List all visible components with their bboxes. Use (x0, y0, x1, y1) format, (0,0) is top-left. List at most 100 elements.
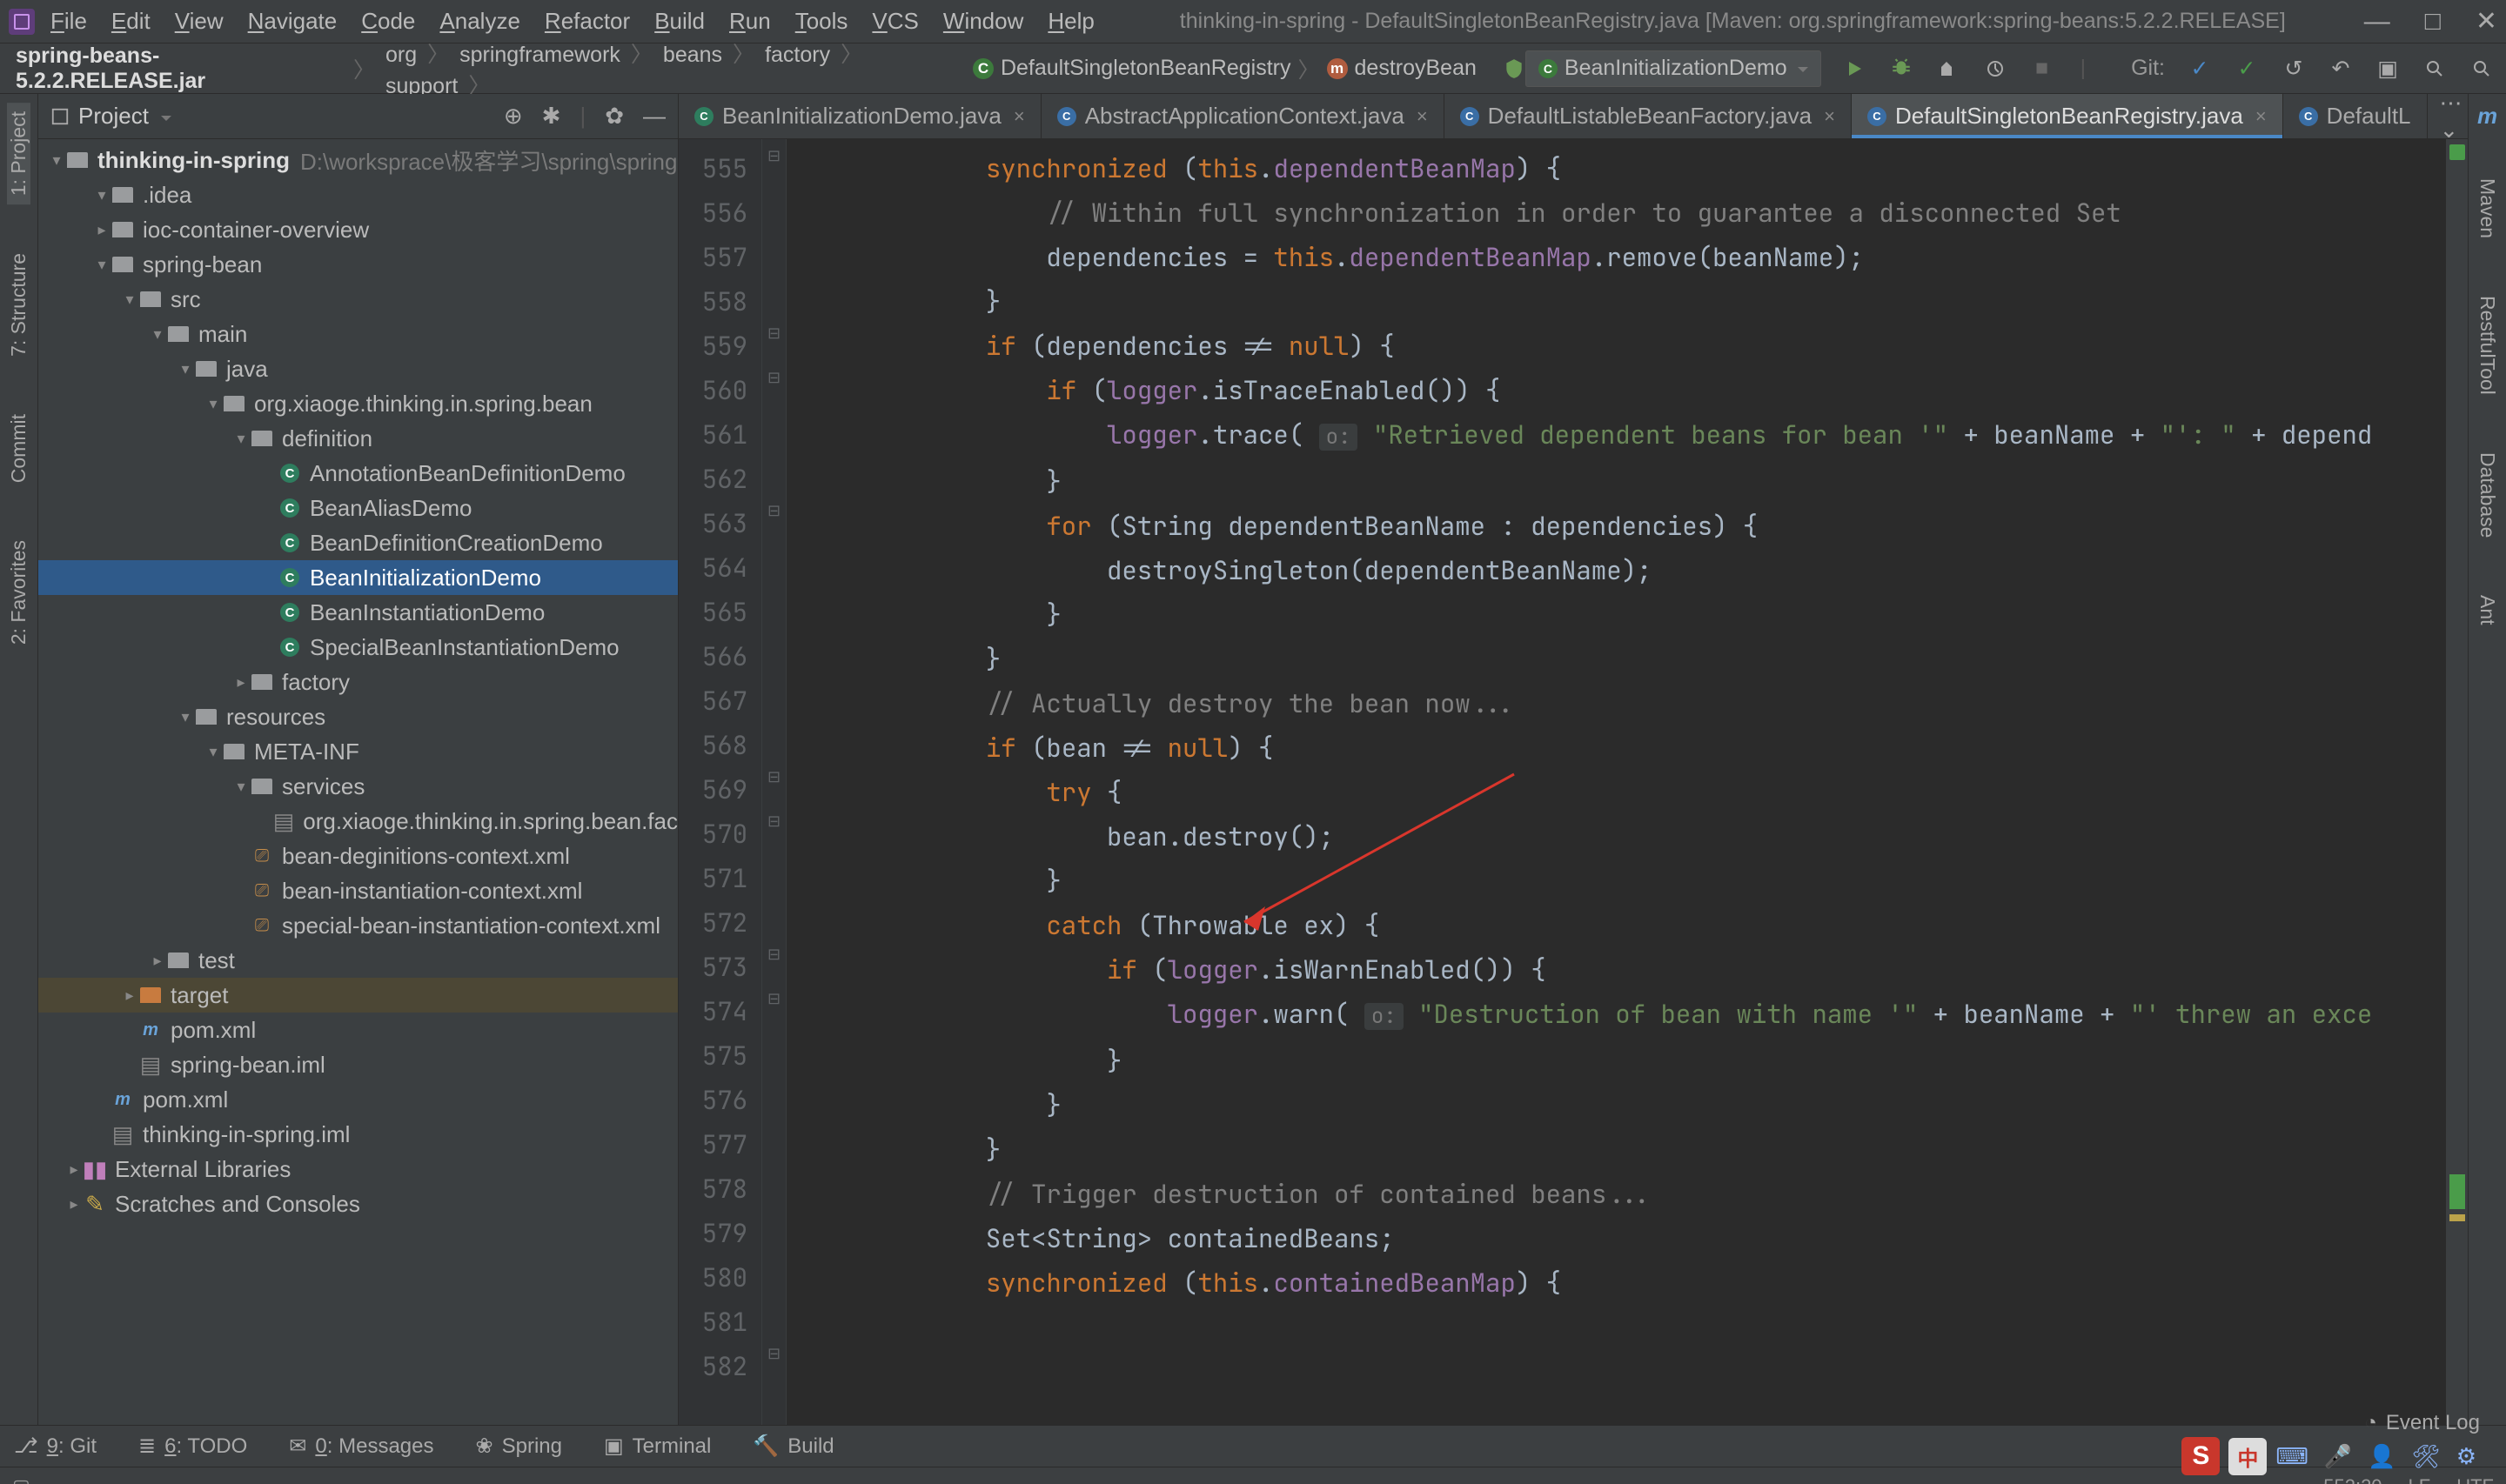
expander-icon[interactable]: ▾ (92, 256, 111, 274)
tree-item[interactable]: ▾src (38, 282, 678, 317)
tool-9-git[interactable]: ⎇9: Git (14, 1434, 97, 1459)
tree-item[interactable]: ▤thinking-in-spring.iml (38, 1117, 678, 1152)
code-content[interactable]: synchronized (this.dependentBeanMap) { /… (787, 139, 2445, 1425)
expander-icon[interactable]: ▸ (231, 673, 251, 692)
ime-badge[interactable]: S (2181, 1437, 2220, 1475)
left-tab-0[interactable]: 1: Project (7, 103, 30, 204)
tool-6-todo[interactable]: ≣6: TODO (138, 1434, 247, 1459)
tree-item[interactable]: ▾java (38, 351, 678, 386)
tree-item[interactable]: ▸ioc-container-overview (38, 212, 678, 247)
run-config-selector[interactable]: C BeanInitializationDemo (1525, 50, 1821, 87)
tree-item[interactable]: CBeanDefinitionCreationDemo (38, 525, 678, 560)
tree-item[interactable]: ▾main (38, 317, 678, 351)
menu-refactor[interactable]: Refactor (545, 8, 630, 35)
event-log-button[interactable]: ◔ Event Log (2364, 1411, 2480, 1435)
settings-icon[interactable]: ✿ (605, 103, 624, 130)
expander-icon[interactable]: ▸ (64, 1195, 84, 1213)
tree-item[interactable]: ▾services (38, 769, 678, 804)
crumb-method[interactable]: mdestroyBean (1327, 56, 1477, 81)
error-stripe[interactable] (2445, 139, 2468, 1425)
tree-item[interactable]: CAnnotationBeanDefinitionDemo (38, 456, 678, 491)
debug-button[interactable] (1889, 57, 1913, 81)
tabs-overflow-icon[interactable]: ⋯ ⌄ (2428, 94, 2468, 138)
crumb-pkg[interactable]: springframework (459, 43, 620, 67)
coverage-button[interactable] (1936, 57, 1960, 81)
expander-icon[interactable]: ▾ (148, 325, 167, 344)
tree-item[interactable]: mpom.xml (38, 1013, 678, 1047)
menu-file[interactable]: File (50, 8, 87, 35)
expander-icon[interactable]: ▾ (176, 708, 195, 726)
tree-item[interactable]: ▾org.xiaoge.thinking.in.spring.bean (38, 386, 678, 421)
ime-icon[interactable]: 👤 (2368, 1443, 2395, 1470)
close-tab-icon[interactable]: × (1417, 105, 1428, 128)
git-commit-icon[interactable]: ✓ (2235, 57, 2259, 81)
file-encoding[interactable]: UTF (2456, 1475, 2494, 1484)
left-tab-2[interactable]: Commit (7, 405, 30, 491)
tree-item[interactable]: ▾spring-bean (38, 247, 678, 282)
tree-item[interactable]: ▾.idea (38, 177, 678, 212)
crumb-pkg[interactable]: factory (765, 43, 830, 67)
tree-item[interactable]: ▸✎Scratches and Consoles (38, 1187, 678, 1221)
right-tab-3[interactable]: Ant (2476, 586, 2499, 634)
stripe-mark[interactable] (2449, 1214, 2465, 1221)
tree-item[interactable]: CBeanAliasDemo (38, 491, 678, 525)
expander-icon[interactable]: ▾ (231, 778, 251, 796)
tool-terminal[interactable]: ▣Terminal (604, 1434, 711, 1459)
git-update-icon[interactable]: ✓ (2188, 57, 2212, 81)
expander-icon[interactable]: ▾ (92, 186, 111, 204)
expander-icon[interactable]: ▾ (204, 395, 223, 413)
profile-button[interactable] (1983, 57, 2007, 81)
expand-icon[interactable]: ✱ (542, 103, 561, 130)
project-tree[interactable]: ▾ thinking-in-spring D:\worksprace\极客学习\… (38, 139, 678, 1425)
tree-item[interactable]: CSpecialBeanInstantiationDemo (38, 630, 678, 665)
tree-item[interactable]: mpom.xml (38, 1082, 678, 1117)
tree-root[interactable]: ▾ thinking-in-spring D:\worksprace\极客学习\… (38, 143, 678, 177)
tree-item[interactable]: ⎚special-bean-instantiation-context.xml (38, 908, 678, 943)
stripe-mark[interactable] (2449, 1174, 2465, 1209)
expander-icon[interactable]: ▸ (148, 952, 167, 970)
search-everywhere-icon[interactable] (2469, 57, 2494, 81)
expander-icon[interactable]: ▸ (92, 221, 111, 239)
menu-window[interactable]: Window (943, 8, 1023, 35)
tool-0-messages[interactable]: ✉0: Messages (289, 1434, 433, 1459)
git-revert-icon[interactable]: ↶ (2328, 57, 2353, 81)
editor-tab[interactable]: CAbstractApplicationContext.java× (1042, 94, 1444, 138)
menu-build[interactable]: Build (654, 8, 705, 35)
right-tab-1[interactable]: RestfulTool (2476, 287, 2499, 404)
ime-icon[interactable]: ⌨ (2275, 1443, 2308, 1470)
left-tab-3[interactable]: 2: Favorites (7, 531, 30, 653)
editor-tab[interactable]: CBeanInitializationDemo.java× (679, 94, 1042, 138)
close-tab-icon[interactable]: × (1824, 105, 1835, 128)
menu-view[interactable]: View (175, 8, 224, 35)
editor-tab[interactable]: CDefaultSingletonBeanRegistry.java× (1852, 94, 2283, 138)
tree-item[interactable]: CBeanInitializationDemo (38, 560, 678, 595)
editor-tab[interactable]: CDefaultListableBeanFactory.java× (1444, 94, 1852, 138)
crumb-class[interactable]: CDefaultSingletonBeanRegistry (973, 56, 1291, 81)
menu-tools[interactable]: Tools (795, 8, 848, 35)
code-editor[interactable]: 5555565575585595605615625635645655665675… (679, 139, 2468, 1425)
ime-lang-pill[interactable]: 中 (2228, 1438, 2267, 1475)
maximize-button[interactable]: □ (2425, 9, 2441, 35)
caret-position[interactable]: 552:20 (2323, 1475, 2382, 1484)
ime-icon[interactable]: ⚙ (2456, 1443, 2476, 1470)
stop-button[interactable]: ■ (2030, 57, 2054, 81)
tree-item[interactable]: CBeanInstantiationDemo (38, 595, 678, 630)
right-tab-0[interactable]: Maven (2476, 170, 2499, 247)
tree-item[interactable]: ▾definition (38, 421, 678, 456)
expander-icon[interactable]: ▸ (64, 1160, 84, 1179)
crumb-jar[interactable]: spring-beans-5.2.2.RELEASE.jar (16, 43, 343, 94)
menu-analyze[interactable]: Analyze (439, 8, 520, 35)
tree-item[interactable]: ▾resources (38, 699, 678, 734)
tree-item[interactable]: ▸test (38, 943, 678, 978)
left-tab-1[interactable]: 7: Structure (7, 244, 30, 365)
minimize-button[interactable]: — (2364, 9, 2390, 35)
status-square-icon[interactable]: ▢ (12, 1475, 30, 1484)
tree-item[interactable]: ▾META-INF (38, 734, 678, 769)
tool-spring[interactable]: ❀Spring (475, 1434, 561, 1459)
line-ending[interactable]: LF (2409, 1475, 2431, 1484)
git-push-icon[interactable]: ▣ (2375, 57, 2400, 81)
menu-navigate[interactable]: Navigate (248, 8, 338, 35)
expander-icon[interactable]: ▸ (120, 986, 139, 1005)
menu-vcs[interactable]: VCS (872, 8, 918, 35)
expander-icon[interactable]: ▾ (204, 743, 223, 761)
